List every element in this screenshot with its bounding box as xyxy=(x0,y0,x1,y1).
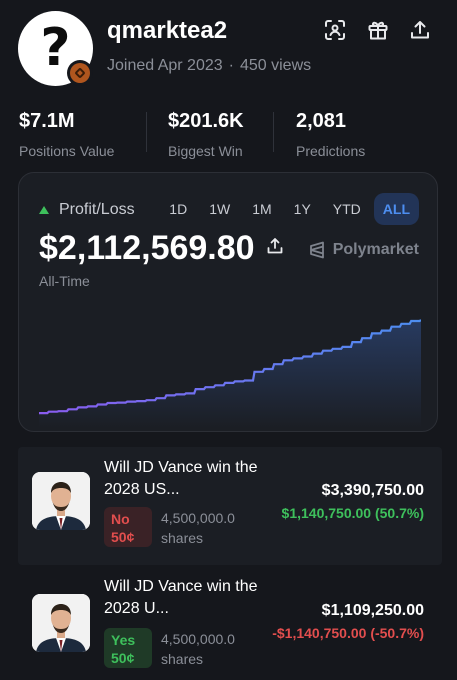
rank-badge-icon xyxy=(67,60,93,86)
gift-icon[interactable] xyxy=(366,18,390,42)
profit-loss-title: Profit/Loss xyxy=(59,201,135,218)
pnl-area xyxy=(39,320,421,428)
avatar-glyph: ? xyxy=(40,17,71,78)
outcome-price: 50¢ xyxy=(111,529,135,545)
outcome-price: 50¢ xyxy=(111,650,135,666)
stat-label: Positions Value xyxy=(19,143,115,159)
username: qmarktea2 xyxy=(107,17,228,44)
range-tab[interactable]: 1M xyxy=(243,193,280,225)
joined-date: Joined Apr 2023 xyxy=(107,57,223,74)
outcome-label: No xyxy=(111,511,130,527)
stat-label: Biggest Win xyxy=(168,143,243,159)
market-thumbnail xyxy=(32,594,90,652)
time-range-tabs: 1D 1W 1M 1Y YTD ALL xyxy=(160,193,419,225)
shares-unit: shares xyxy=(161,651,204,667)
market-title: Will JD Vance win the 2028 US... xyxy=(104,459,258,498)
stat-divider xyxy=(273,112,274,152)
position-pnl: -$1,140,750.00 (-50.7%) xyxy=(272,625,424,641)
shares-number: 4,500,000.0 xyxy=(161,510,235,526)
range-tab[interactable]: 1D xyxy=(160,193,196,225)
share-icon[interactable] xyxy=(408,18,432,42)
trend-up-icon xyxy=(39,206,49,214)
polymarket-logo-icon xyxy=(309,241,324,259)
view-count: 450 views xyxy=(239,57,312,74)
profile-meta: Joined Apr 2023 · 450 views xyxy=(107,57,311,75)
range-tab[interactable]: YTD xyxy=(324,193,370,225)
market-title: Will JD Vance win the 2028 U... xyxy=(104,578,258,617)
meta-separator: · xyxy=(228,57,234,74)
stat-value: $7.1M xyxy=(19,110,75,132)
position-pnl: $1,140,750.00 (50.7%) xyxy=(281,505,424,521)
shares-unit: shares xyxy=(161,530,204,546)
range-tab[interactable]: 1W xyxy=(200,193,239,225)
outcome-pill: No 50¢ xyxy=(104,507,152,547)
time-period-label: All-Time xyxy=(39,273,90,289)
scan-icon[interactable] xyxy=(323,18,347,42)
stat-divider xyxy=(146,112,147,152)
range-tab-active[interactable]: ALL xyxy=(373,193,419,225)
position-value: $1,109,250.00 xyxy=(321,602,424,619)
stat-label: Predictions xyxy=(296,143,366,159)
position-value: $3,390,750.00 xyxy=(321,482,424,499)
share-count: 4,500,000.0 shares xyxy=(161,629,235,669)
stat-positions-value: $7.1M Positions Value xyxy=(19,110,114,159)
share-count: 4,500,000.0 shares xyxy=(161,508,235,548)
stat-value: 2,081 xyxy=(296,110,347,132)
position-row[interactable]: Will JD Vance win the 2028 U... Yes 50¢ … xyxy=(18,567,442,680)
share-pnl-icon[interactable] xyxy=(266,237,284,260)
market-thumbnail xyxy=(32,472,90,530)
range-tab[interactable]: 1Y xyxy=(285,193,320,225)
outcome-label: Yes xyxy=(111,632,136,648)
profit-loss-chart xyxy=(39,319,421,428)
profit-loss-card: Profit/Loss 1D 1W 1M 1Y YTD ALL $2,112,5… xyxy=(18,172,438,432)
stat-predictions: 2,081 Predictions xyxy=(296,110,365,159)
stat-value: $201.6K xyxy=(168,110,244,132)
shares-number: 4,500,000.0 xyxy=(161,631,235,647)
outcome-pill: Yes 50¢ xyxy=(104,628,152,668)
stat-biggest-win: $201.6K Biggest Win xyxy=(168,110,244,159)
brand-name: Polymarket xyxy=(332,241,419,258)
profit-loss-value: $2,112,569.80 xyxy=(39,229,255,267)
profit-loss-label: Profit/Loss xyxy=(39,201,135,219)
polymarket-brand: Polymarket xyxy=(309,241,419,259)
position-row[interactable]: Will JD Vance win the 2028 US... No 50¢ … xyxy=(18,447,442,565)
